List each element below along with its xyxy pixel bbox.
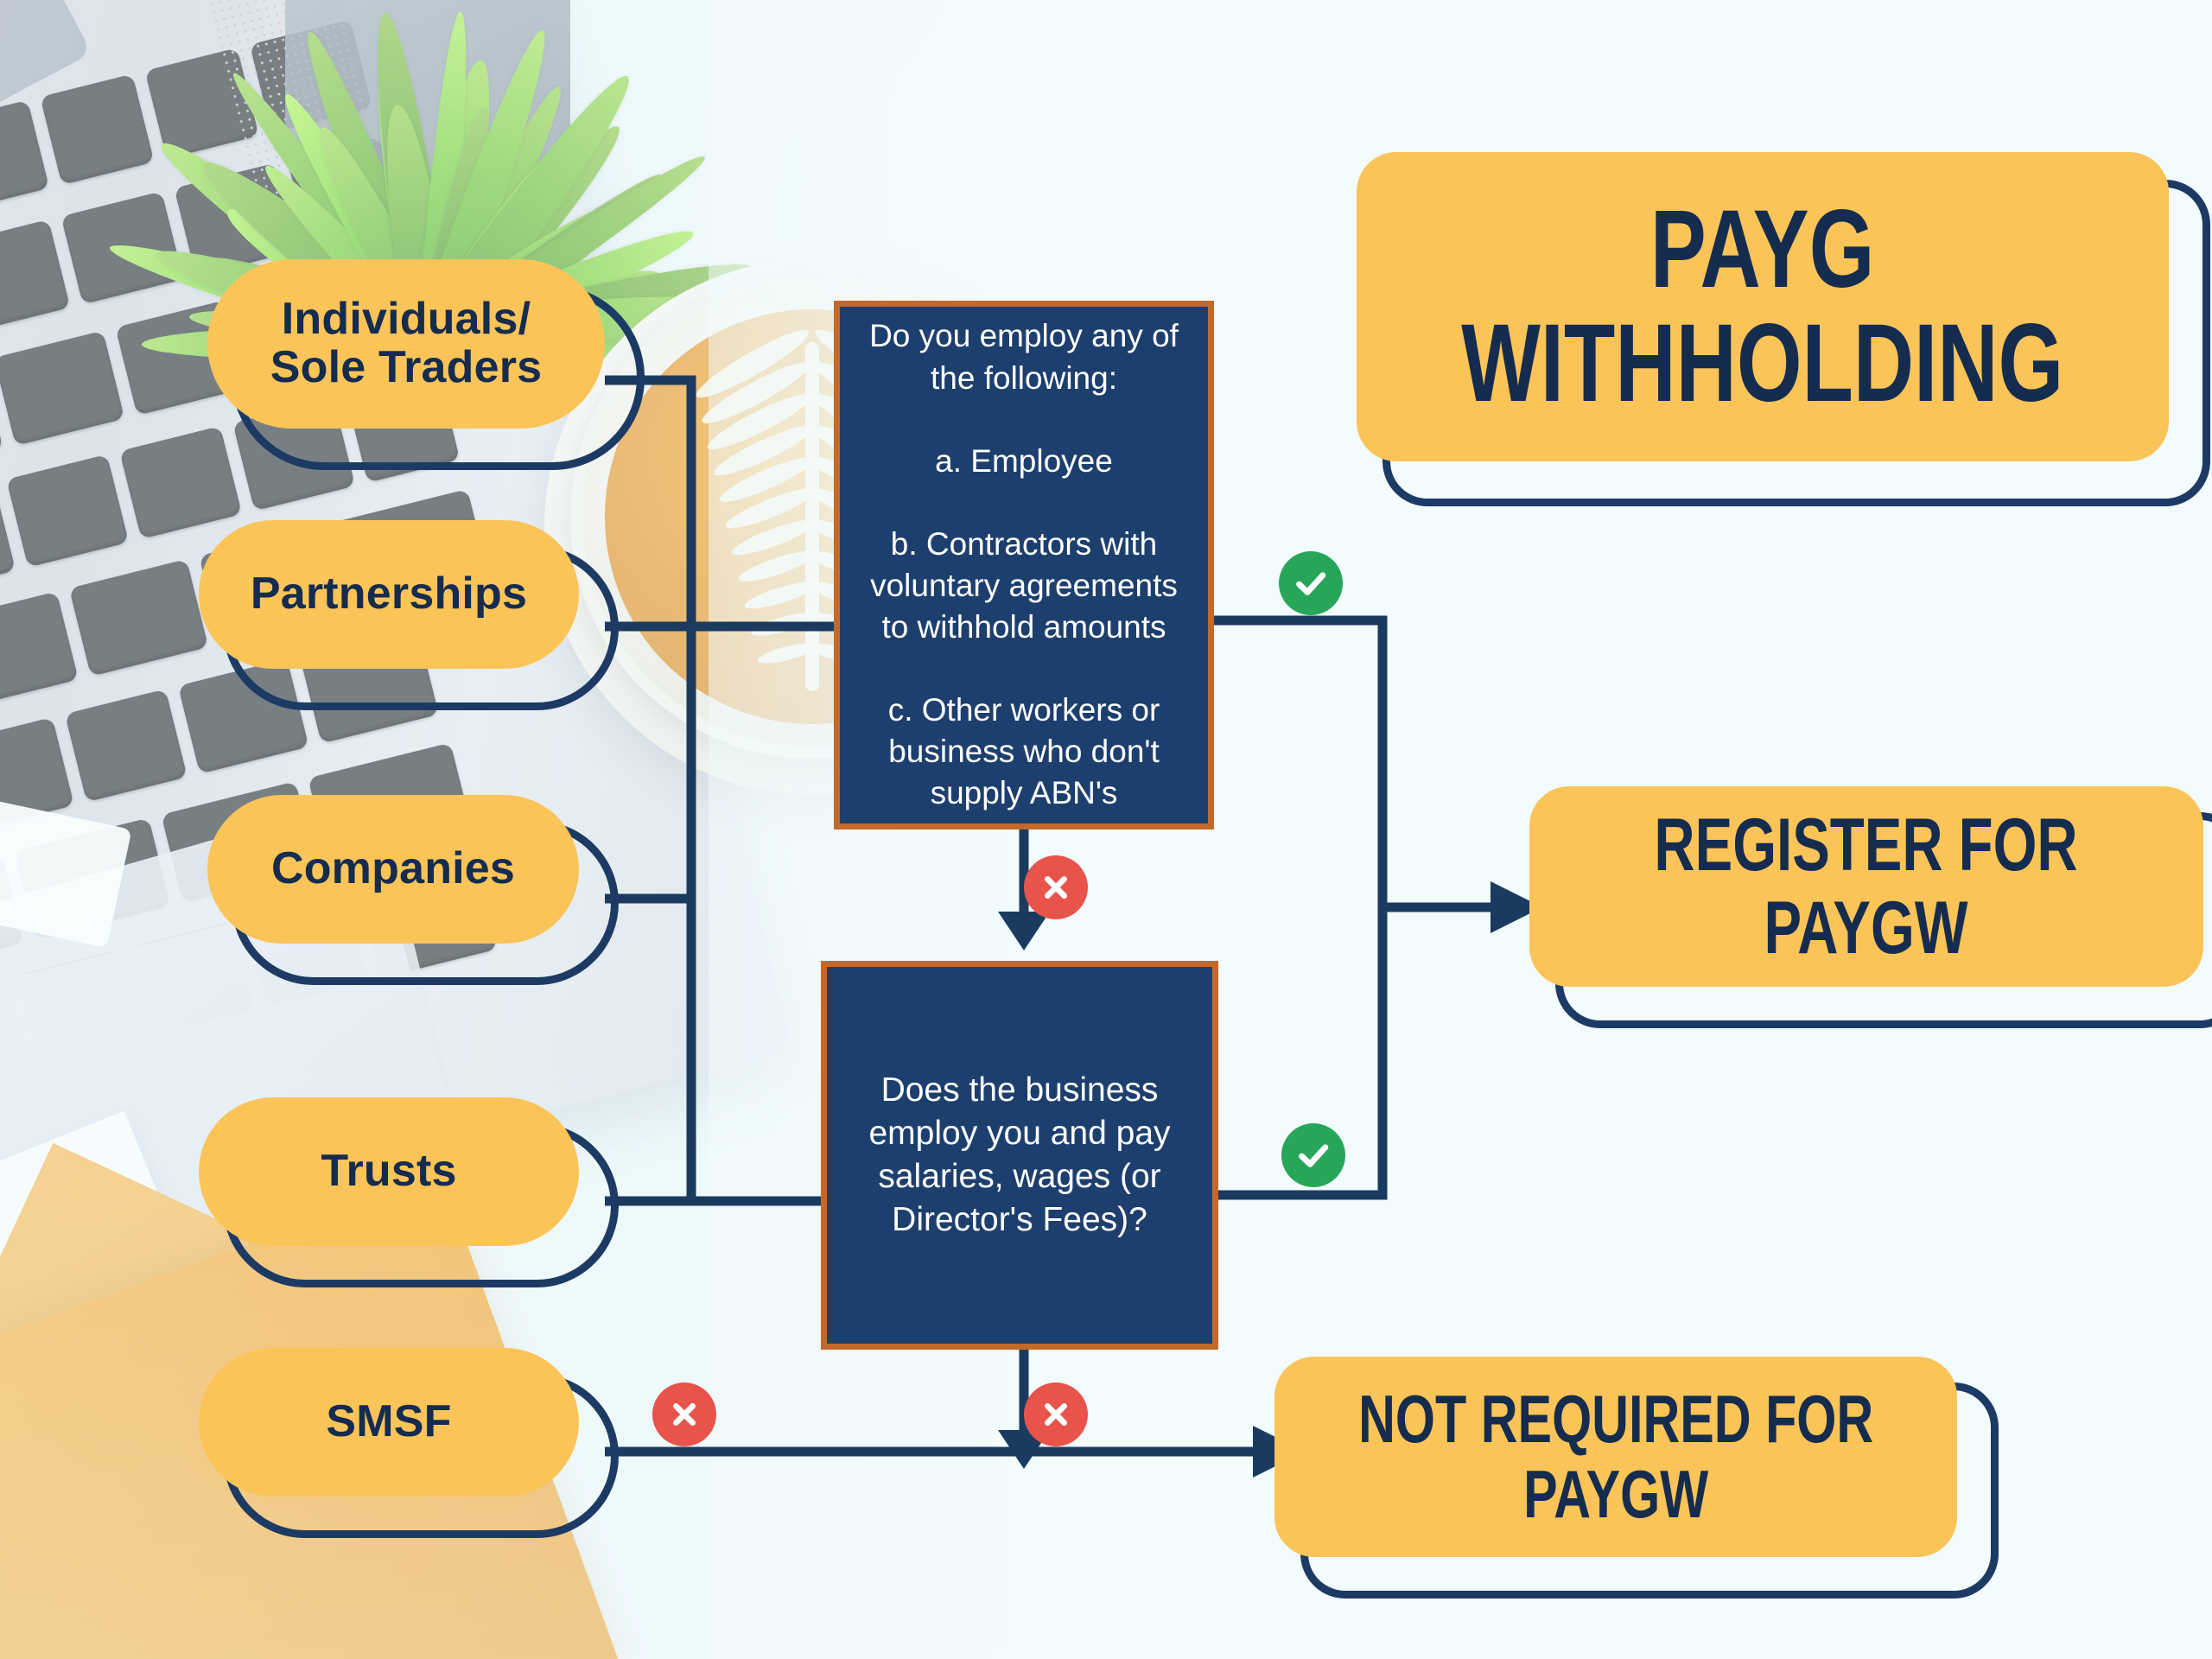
flow-layer: PAYG WITHHOLDING Individuals/ Sole Trade… — [0, 0, 2212, 1659]
decision-box-business-employs: Does the business employ you and pay sal… — [821, 961, 1218, 1350]
pill-smsf[interactable]: SMSF — [199, 1348, 579, 1497]
pill-label-partnerships: Partnerships — [250, 569, 528, 620]
pill-label-smsf: SMSF — [326, 1396, 452, 1447]
cross-icon-smsf-no — [652, 1382, 716, 1446]
outcome-not-required-label: NOT REQUIRED FOR PAYGW — [1357, 1380, 1874, 1532]
pill-companies[interactable]: Companies — [207, 795, 579, 944]
cross-icon-employ-no — [1024, 855, 1088, 919]
pill-label-trusts: Trusts — [321, 1146, 457, 1197]
outcome-register-for-paygw[interactable]: REGISTER FOR PAYGW — [1529, 786, 2203, 987]
infographic-canvas: deleteshift — [0, 0, 2212, 1659]
title-text: PAYG WITHHOLDING — [1461, 188, 2064, 425]
check-icon-employ-yes — [1279, 551, 1343, 615]
outcome-not-required-for-paygw[interactable]: NOT REQUIRED FOR PAYGW — [1274, 1357, 1957, 1557]
decision-text-business-employs: Does the business employ you and pay sal… — [868, 1071, 1171, 1238]
pill-label-individuals: Individuals/ Sole Traders — [270, 294, 543, 392]
cross-icon-business-employs-no — [1024, 1382, 1088, 1446]
title-card: PAYG WITHHOLDING — [1357, 152, 2169, 461]
check-icon-business-employs-yes — [1281, 1123, 1345, 1187]
pill-partnerships[interactable]: Partnerships — [199, 520, 579, 669]
pill-trusts[interactable]: Trusts — [199, 1097, 579, 1246]
decision-text-employ: Do you employ any of the following: a. E… — [869, 318, 1179, 811]
outcome-register-label: REGISTER FOR PAYGW — [1654, 803, 2079, 969]
pill-label-companies: Companies — [270, 843, 516, 894]
decision-box-employ: Do you employ any of the following: a. E… — [834, 301, 1214, 830]
pill-individuals-sole-traders[interactable]: Individuals/ Sole Traders — [207, 259, 605, 429]
